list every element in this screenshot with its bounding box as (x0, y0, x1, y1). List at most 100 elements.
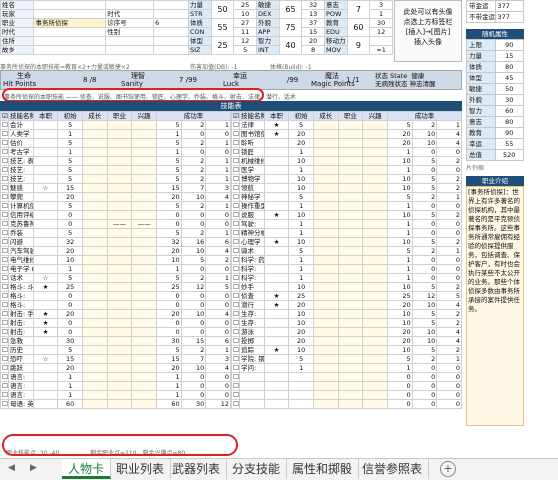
skill-occ-points[interactable] (337, 210, 364, 220)
skill-checkbox[interactable]: ☐ (0, 300, 9, 310)
info-extra-value[interactable] (153, 45, 190, 55)
info-value[interactable] (33, 0, 107, 10)
skill-occ-points[interactable] (337, 255, 364, 265)
skill-checkbox[interactable]: ☐ (0, 147, 9, 157)
skill-occ-points[interactable] (337, 273, 364, 283)
skill-growth[interactable] (312, 264, 339, 274)
skill-growth[interactable] (81, 147, 108, 157)
skill-int-points[interactable] (131, 120, 157, 130)
skill-growth[interactable] (312, 120, 339, 130)
skill-occ-points[interactable] (106, 183, 133, 193)
skill-occ-points[interactable] (337, 147, 364, 157)
skill-growth[interactable] (81, 399, 108, 409)
skill-int-points[interactable] (362, 138, 388, 148)
info-value[interactable] (33, 27, 107, 37)
skill-growth[interactable] (312, 165, 339, 175)
skill-int-points[interactable] (362, 327, 388, 337)
skill-int-points[interactable] (362, 219, 388, 229)
skill-checkbox[interactable]: ☐ (0, 174, 9, 184)
skill-checkbox[interactable]: ☐ (0, 318, 9, 328)
skill-int-points[interactable] (131, 210, 157, 220)
skill-occ-points[interactable] (106, 210, 133, 220)
skill-checkbox[interactable]: ☐ (231, 255, 240, 265)
skill-growth[interactable] (312, 390, 339, 400)
portrait-area[interactable]: 此处可以有头像 点选上方标签栏 [插入]→[图片] 插入头像 (394, 0, 462, 62)
skill-checkbox[interactable]: ☐ (231, 246, 240, 256)
skill-occ-points[interactable] (337, 183, 364, 193)
skill-int-points[interactable] (362, 273, 388, 283)
skill-growth[interactable] (81, 327, 108, 337)
skill-checkbox[interactable]: ☐ (231, 327, 240, 337)
skill-growth[interactable] (312, 246, 339, 256)
skill-int-points[interactable] (362, 120, 388, 130)
skill-growth[interactable] (81, 246, 108, 256)
skill-int-points[interactable] (362, 291, 388, 301)
skill-checkbox[interactable]: ☐ (0, 210, 9, 220)
skill-growth[interactable] (312, 300, 339, 310)
skill-int-points[interactable] (362, 237, 388, 247)
skill-occ-points[interactable] (337, 165, 364, 175)
info-value[interactable] (33, 45, 107, 55)
skill-checkbox[interactable]: ☐ (231, 138, 240, 148)
skill-checkbox[interactable]: ☐ (231, 309, 240, 319)
skill-growth[interactable] (81, 201, 108, 211)
skill-growth[interactable] (81, 165, 108, 175)
skill-growth[interactable] (81, 345, 108, 355)
skill-checkbox[interactable]: ☐ (231, 273, 240, 283)
skill-int-points[interactable] (362, 372, 388, 382)
skill-growth[interactable] (312, 228, 339, 238)
skill-checkbox[interactable]: ☐ (0, 345, 9, 355)
skill-int-points[interactable] (131, 264, 157, 274)
skill-checkbox[interactable]: ☐ (0, 264, 9, 274)
skill-int-points[interactable] (131, 291, 157, 301)
skill-occ-points[interactable] (106, 309, 133, 319)
skill-int-points[interactable] (362, 300, 388, 310)
skill-checkbox[interactable]: ☐ (0, 390, 9, 400)
skill-occ-points[interactable] (337, 399, 364, 409)
skill-int-points[interactable] (131, 237, 157, 247)
skill-int-points[interactable] (131, 318, 157, 328)
skill-checkbox[interactable]: ☐ (231, 282, 240, 292)
skill-int-points[interactable] (131, 327, 157, 337)
skill-occ-points[interactable] (106, 174, 133, 184)
skill-checkbox[interactable]: ☐ (0, 399, 9, 409)
add-sheet-icon[interactable]: + (440, 461, 456, 477)
skill-growth[interactable] (312, 318, 339, 328)
skill-occ-points[interactable] (106, 138, 133, 148)
sheet-tab[interactable]: 信誉参照表 (356, 459, 430, 479)
stat-value[interactable]: 55 (210, 18, 235, 37)
skill-occ-points[interactable] (337, 120, 364, 130)
skill-checkbox[interactable]: ☐ (231, 336, 240, 346)
skill-growth[interactable] (81, 174, 108, 184)
sheet-tab[interactable]: 分支技能 (226, 459, 288, 479)
skill-int-points[interactable] (131, 381, 157, 391)
skill-checkbox[interactable]: ☐ (0, 336, 9, 346)
skill-checkbox[interactable]: ☐ (0, 237, 9, 247)
stat-value[interactable]: 50 (210, 0, 235, 19)
skill-int-points[interactable] (362, 318, 388, 328)
stat-value[interactable]: 75 (278, 18, 303, 37)
skill-int-points[interactable] (362, 336, 388, 346)
skill-growth[interactable] (81, 282, 108, 292)
skill-growth[interactable] (81, 210, 108, 220)
skill-checkbox[interactable]: ☐ (231, 300, 240, 310)
skill-occ-points[interactable] (337, 372, 364, 382)
skill-checkbox[interactable]: ☐ (231, 237, 240, 247)
skill-checkbox[interactable]: ☐ (231, 381, 240, 391)
stat-value[interactable]: 65 (278, 0, 303, 19)
skill-growth[interactable] (312, 138, 339, 148)
skill-occ-points[interactable] (106, 201, 133, 211)
skill-checkbox[interactable]: ☐ (231, 183, 240, 193)
skill-int-points[interactable] (131, 255, 157, 265)
skill-growth[interactable] (81, 372, 108, 382)
tab-nav-left-icon[interactable]: ◀ (8, 463, 15, 473)
skill-int-points[interactable] (362, 255, 388, 265)
skill-growth[interactable] (81, 336, 108, 346)
skill-occ-points[interactable] (337, 291, 364, 301)
skill-checkbox[interactable]: ☐ (231, 372, 240, 382)
skill-int-points[interactable] (362, 345, 388, 355)
sheet-tab[interactable]: 职业列表 (110, 459, 172, 479)
skill-checkbox[interactable]: ☐ (231, 201, 240, 211)
skill-occ-points[interactable] (337, 363, 364, 373)
skill-growth[interactable] (81, 273, 108, 283)
